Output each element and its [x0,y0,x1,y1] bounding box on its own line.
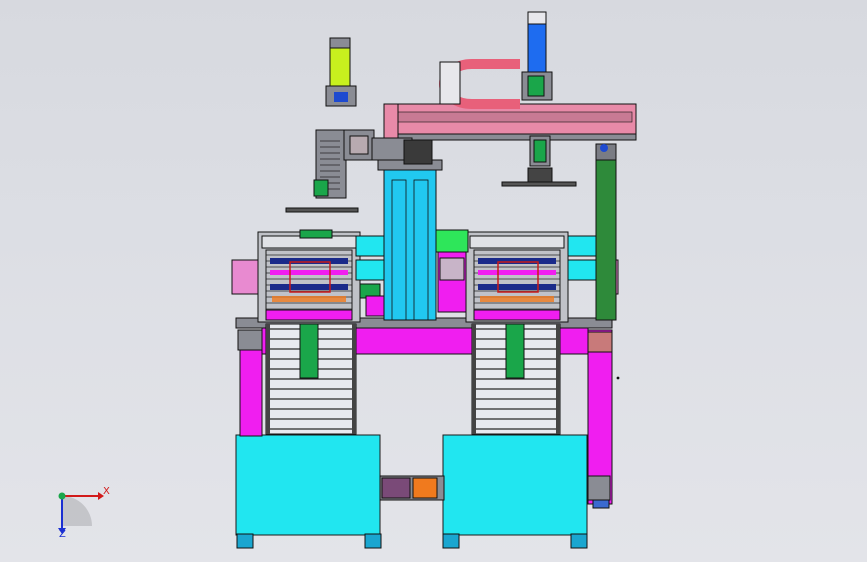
left-stacker-module [231,229,391,323]
axis-z-label: Z [59,529,66,540]
machine-assembly-drawing[interactable] [0,0,867,562]
left-base-cabinet [235,434,382,549]
top-right-actuator [521,11,553,101]
coordinate-triad-icon [58,492,104,534]
stray-point [616,376,620,380]
right-tray-ladder [471,323,561,435]
left-tray-ladder [265,323,357,435]
right-green-post [595,143,617,321]
top-gantry-beam [383,103,637,141]
center-column [377,159,443,321]
axis-x-label: X [103,486,110,497]
cable-chain [439,59,520,109]
left-magenta-pillar [237,329,265,437]
right-base-cabinet [442,434,588,549]
right-magenta-pillar [585,329,613,509]
gantry-carriage [501,135,577,187]
bottom-link-beam [379,475,445,501]
cad-viewport[interactable]: X Z [0,0,867,562]
right-stacker-module [435,229,619,323]
